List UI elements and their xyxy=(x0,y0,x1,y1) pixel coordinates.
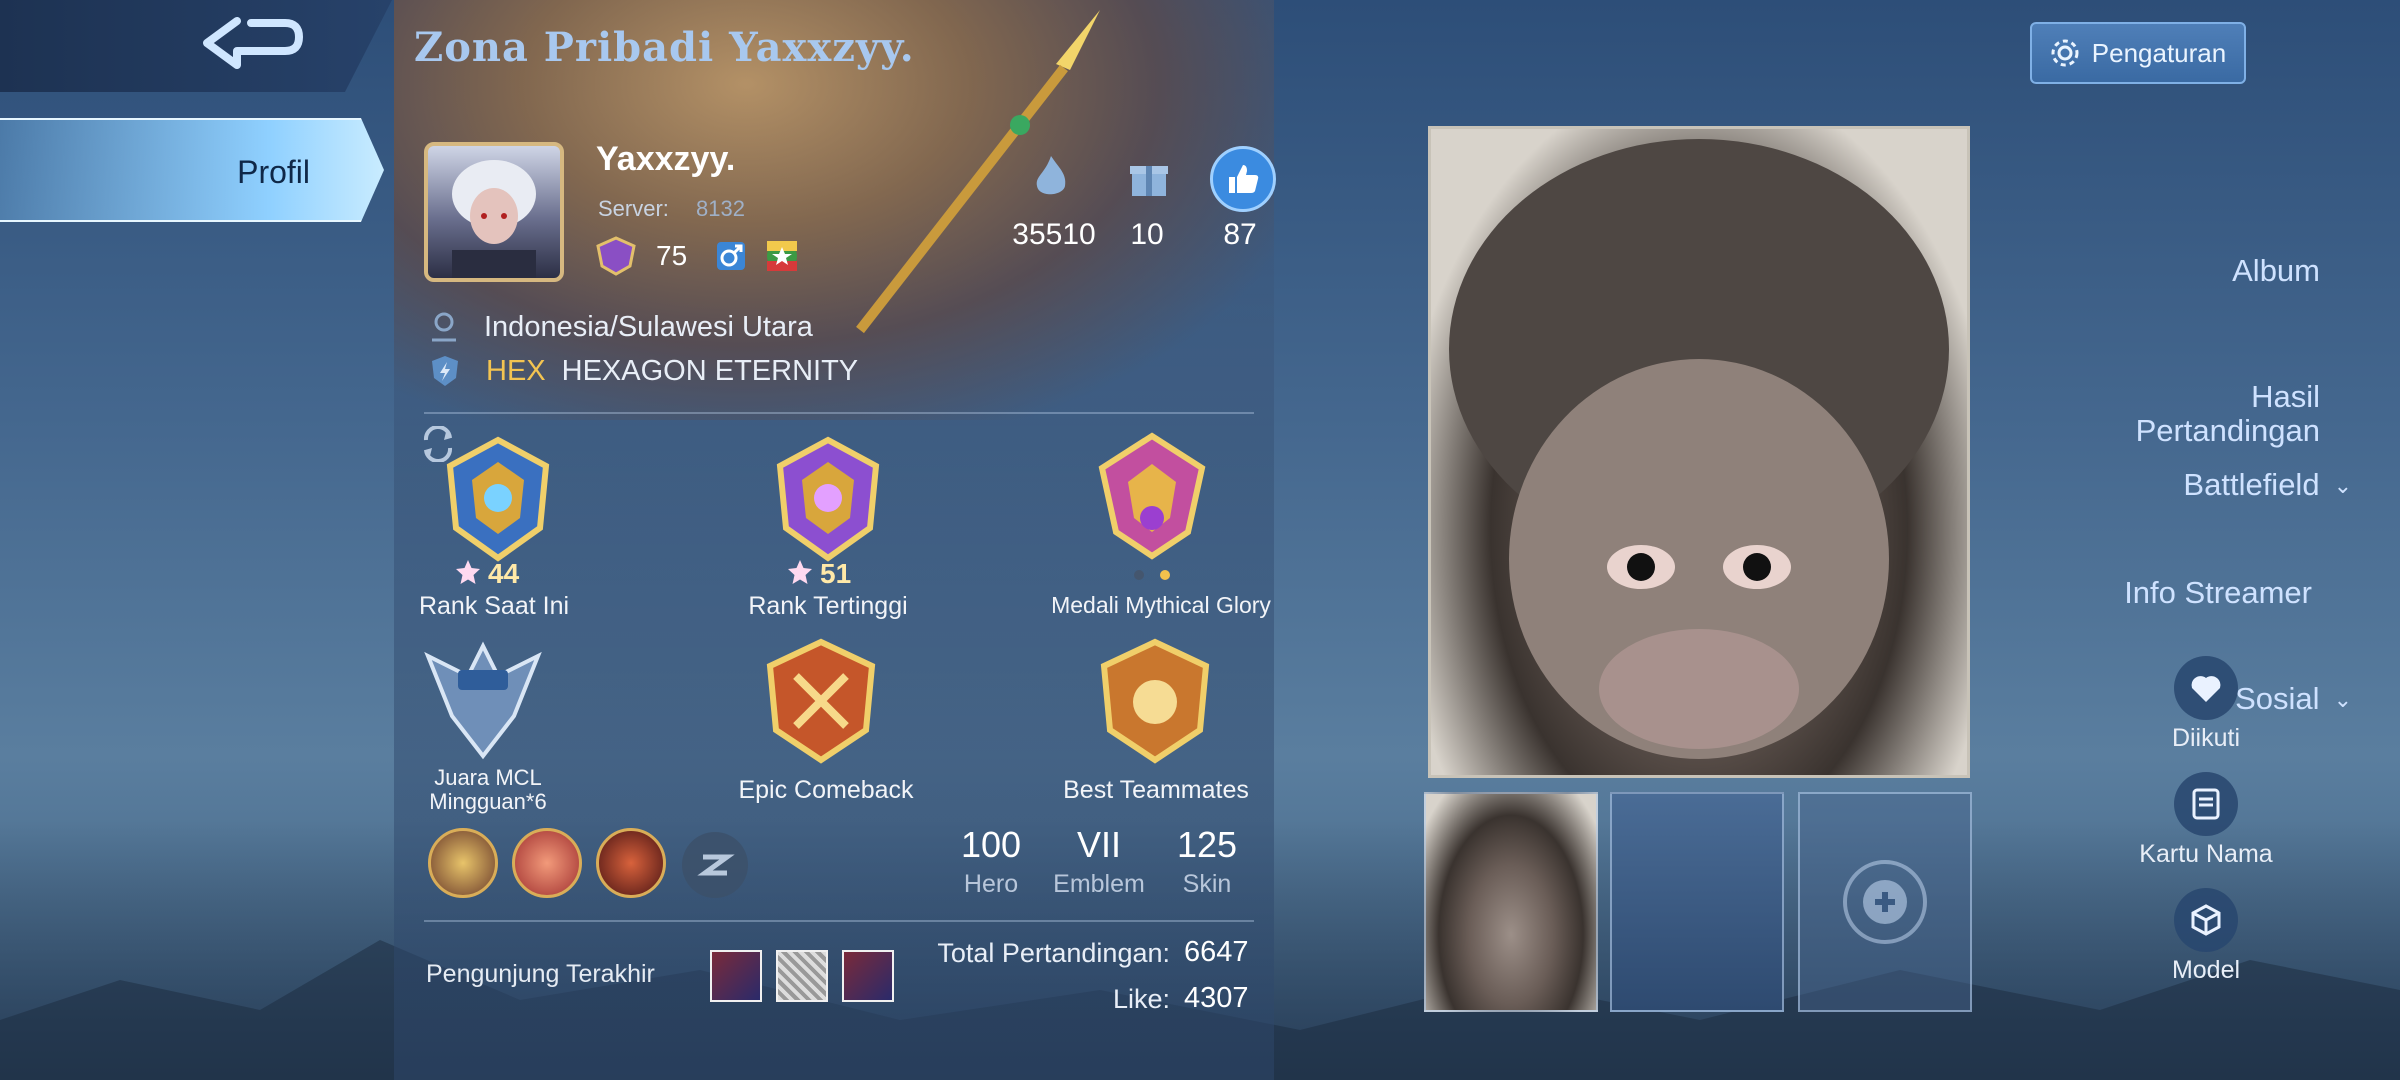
rank-mythic-medal-icon[interactable] xyxy=(428,432,568,572)
page-title: Zona Pribadi Yaxxzyy. xyxy=(414,24,915,71)
rank-highest-medal-icon[interactable] xyxy=(758,432,898,572)
country-flag-icon xyxy=(767,241,798,271)
squad-shield-icon xyxy=(432,356,458,386)
rank-current-stars: 44 xyxy=(488,558,520,589)
swap-icon xyxy=(697,854,735,876)
medal-label: Medali Mythical Glory xyxy=(1051,592,1271,618)
epic-comeback-medal-icon[interactable] xyxy=(756,636,886,766)
thumbs-up-icon xyxy=(1229,165,1259,193)
rank-highest-stars: 51 xyxy=(820,558,852,589)
mythical-glory-medal-icon[interactable] xyxy=(1082,428,1222,568)
medal-label: Rank Tertinggi xyxy=(748,592,908,620)
album-thumbnail-2[interactable] xyxy=(1610,792,1784,1012)
like-button[interactable] xyxy=(1210,146,1276,212)
sidebar-item-label: Info Streamer xyxy=(2124,575,2312,610)
sidebar-item-profil[interactable]: Profil xyxy=(0,118,384,222)
total-matches-value: 6647 xyxy=(1184,936,1249,968)
divider xyxy=(424,920,1254,922)
sidebar-item-label: Album xyxy=(2232,253,2320,288)
add-photo-icon xyxy=(1843,860,1927,944)
squad-tag: HEX xyxy=(486,354,546,387)
like-total-label: Like: xyxy=(1112,984,1170,1014)
avatar[interactable] xyxy=(424,142,564,282)
sidebar-item-battlefield[interactable]: Battlefield ⌄ xyxy=(2183,468,2352,505)
sidebar-item-album[interactable]: Album xyxy=(2232,254,2320,288)
total-matches-label: Total Pertandingan: xyxy=(937,938,1170,968)
pager-dot-active[interactable] xyxy=(1160,570,1170,580)
visitor-avatar[interactable] xyxy=(776,950,828,1002)
username: Yaxxzyy. xyxy=(596,140,736,178)
followed-label: Diikuti xyxy=(2171,724,2241,752)
chevron-down-icon: ⌄ xyxy=(2333,687,2352,712)
book-icon xyxy=(2192,788,2220,820)
star-icon xyxy=(456,560,480,584)
model-button[interactable]: Model xyxy=(2106,888,2306,985)
sidebar-item-label: Profil xyxy=(237,154,310,190)
popularity-flame-icon xyxy=(1026,152,1076,202)
skin-count: 125 xyxy=(1176,824,1238,865)
squad-row[interactable]: HEX HEXAGON ETERNITY xyxy=(430,354,858,388)
badge-row: 75 xyxy=(594,236,799,276)
divider xyxy=(424,412,1254,414)
medal-label: Juara MCL Mingguan*6 xyxy=(429,765,547,814)
album-thumbnail-1[interactable] xyxy=(1424,792,1598,1012)
cube-icon xyxy=(2191,904,2221,936)
monkey-face-photo-icon xyxy=(1449,139,1949,759)
avatar-portrait-icon xyxy=(452,160,536,278)
settings-label: Pengaturan xyxy=(2091,37,2227,68)
squad-name: HEXAGON ETERNITY xyxy=(561,354,859,387)
hero-count: 100 xyxy=(960,824,1022,865)
chevron-down-icon: ⌄ xyxy=(2333,473,2352,498)
name-card-label: Kartu Nama xyxy=(2139,840,2273,868)
sidebar-item-info-streamer[interactable]: Info Streamer xyxy=(2124,576,2312,610)
location-pin-icon xyxy=(432,312,456,342)
followed-button[interactable]: Diikuti xyxy=(2106,656,2306,753)
model-label: Model xyxy=(2171,956,2241,984)
settings-button[interactable]: Pengaturan xyxy=(2030,22,2246,84)
skin-label: Skin xyxy=(1182,870,1232,898)
sidebar-item-hasil-pertandingan[interactable]: Hasil Pertandingan xyxy=(2136,346,2320,448)
add-photo-button[interactable] xyxy=(1798,792,1972,1012)
medal-label: Best Teammates xyxy=(1063,776,1249,804)
heart-icon xyxy=(2191,676,2221,702)
best-teammates-medal-icon[interactable] xyxy=(1090,636,1220,766)
location-row: Indonesia/Sulawesi Utara xyxy=(430,310,813,344)
gift-icon[interactable] xyxy=(1124,152,1174,202)
name-card-button[interactable]: Kartu Nama xyxy=(2106,772,2306,869)
medal-label: Epic Comeback xyxy=(738,776,914,804)
favorite-hero-2[interactable] xyxy=(512,828,582,898)
medal-label: Rank Saat Ini xyxy=(418,592,570,620)
mcl-champion-medal-icon[interactable] xyxy=(418,636,548,766)
favorite-hero-3[interactable] xyxy=(596,828,666,898)
emblem-level: VII xyxy=(1076,824,1121,865)
visitor-avatar[interactable] xyxy=(710,950,762,1002)
server-id: 8132 xyxy=(696,196,745,221)
sidebar-item-label: Hasil Pertandingan xyxy=(2135,379,2320,448)
level-badge-icon xyxy=(596,236,636,276)
sidebar-item-label: Battlefield xyxy=(2183,467,2320,502)
star-icon xyxy=(788,560,812,584)
location-text: Indonesia/Sulawesi Utara xyxy=(484,310,813,343)
profile-photo[interactable] xyxy=(1428,126,1970,778)
more-heroes-button[interactable] xyxy=(682,832,748,898)
favorite-hero-1[interactable] xyxy=(428,828,498,898)
like-value: 87 xyxy=(1223,218,1257,251)
like-total-value: 4307 xyxy=(1184,982,1249,1014)
back-arrow-icon xyxy=(203,17,303,69)
gear-icon xyxy=(2051,39,2079,67)
player-level: 75 xyxy=(656,240,688,271)
male-gender-icon xyxy=(717,242,746,270)
server-label: Server: xyxy=(598,196,669,221)
back-button[interactable] xyxy=(196,14,312,78)
pager-dot[interactable] xyxy=(1134,570,1144,580)
recent-visitors-label: Pengunjung Terakhir xyxy=(426,960,655,988)
